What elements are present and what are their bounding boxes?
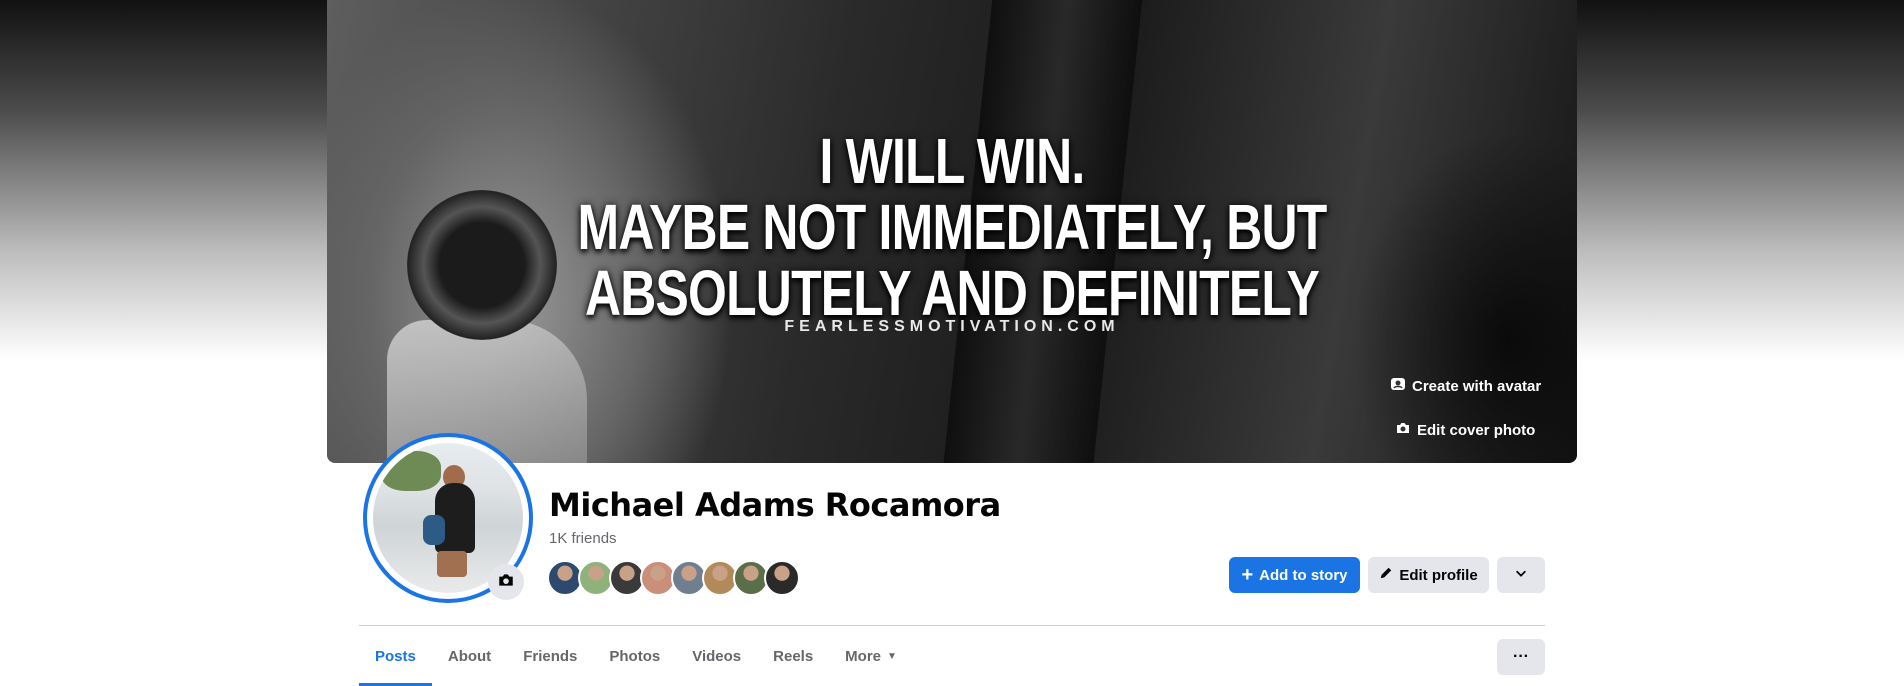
update-profile-picture-button[interactable]: [488, 564, 524, 600]
add-to-story-label: Add to story: [1259, 566, 1348, 584]
friends-count-link[interactable]: 1K friends: [549, 530, 617, 547]
create-with-avatar-button[interactable]: Create with avatar: [1378, 368, 1553, 404]
ellipsis-icon: ···: [1513, 648, 1529, 665]
friend-avatar[interactable]: [764, 560, 800, 596]
tab-posts[interactable]: Posts: [359, 626, 432, 686]
tab-more[interactable]: More ▼: [829, 626, 913, 686]
tab-label: Reels: [773, 647, 814, 665]
tab-label: About: [447, 647, 492, 665]
camera-icon: [497, 571, 515, 594]
tab-about[interactable]: About: [432, 626, 507, 686]
cover-quote: I WILL WIN. MAYBE NOT IMMEDIATELY, BUT A…: [465, 128, 1440, 326]
edit-profile-button[interactable]: Edit profile: [1368, 557, 1489, 593]
profile-menu-button[interactable]: [1497, 557, 1545, 593]
tab-label: Videos: [692, 647, 742, 665]
more-options-button[interactable]: ···: [1497, 639, 1545, 675]
chevron-down-icon: [1514, 566, 1528, 584]
cover-watermark: FEARLESSMOTIVATION.COM: [784, 318, 1120, 335]
profile-name: Michael Adams Rocamora: [549, 486, 1001, 524]
caret-down-icon: ▼: [887, 650, 897, 662]
tab-label: More: [845, 647, 882, 665]
tab-reels[interactable]: Reels: [757, 626, 829, 686]
avatar-icon: [1390, 376, 1406, 396]
camera-icon: [1395, 420, 1411, 440]
pencil-icon: [1379, 566, 1393, 584]
tab-label: Photos: [609, 647, 661, 665]
create-with-avatar-label: Create with avatar: [1412, 377, 1542, 395]
friend-avatars: [547, 560, 800, 596]
tab-videos[interactable]: Videos: [676, 626, 757, 686]
edit-cover-photo-label: Edit cover photo: [1417, 421, 1536, 439]
tab-label: Friends: [523, 647, 578, 665]
photo-tree: [381, 451, 441, 491]
tab-friends[interactable]: Friends: [507, 626, 593, 686]
profile-tabs: Posts About Friends Photos Videos Reels …: [359, 626, 913, 686]
tab-label: Posts: [375, 647, 416, 665]
plus-icon: +: [1241, 564, 1254, 586]
cover-quote-line: ABSOLUTELY AND DEFINITELY: [584, 257, 1320, 329]
add-to-story-button[interactable]: + Add to story: [1229, 557, 1360, 593]
photo-child: [423, 515, 445, 545]
edit-profile-label: Edit profile: [1399, 566, 1478, 584]
edit-cover-photo-button[interactable]: Edit cover photo: [1383, 412, 1547, 448]
tab-photos[interactable]: Photos: [593, 626, 676, 686]
cover-quote-line: MAYBE NOT IMMEDIATELY, BUT: [577, 191, 1328, 263]
photo-legs: [437, 551, 467, 577]
cover-quote-line: I WILL WIN.: [819, 125, 1085, 197]
